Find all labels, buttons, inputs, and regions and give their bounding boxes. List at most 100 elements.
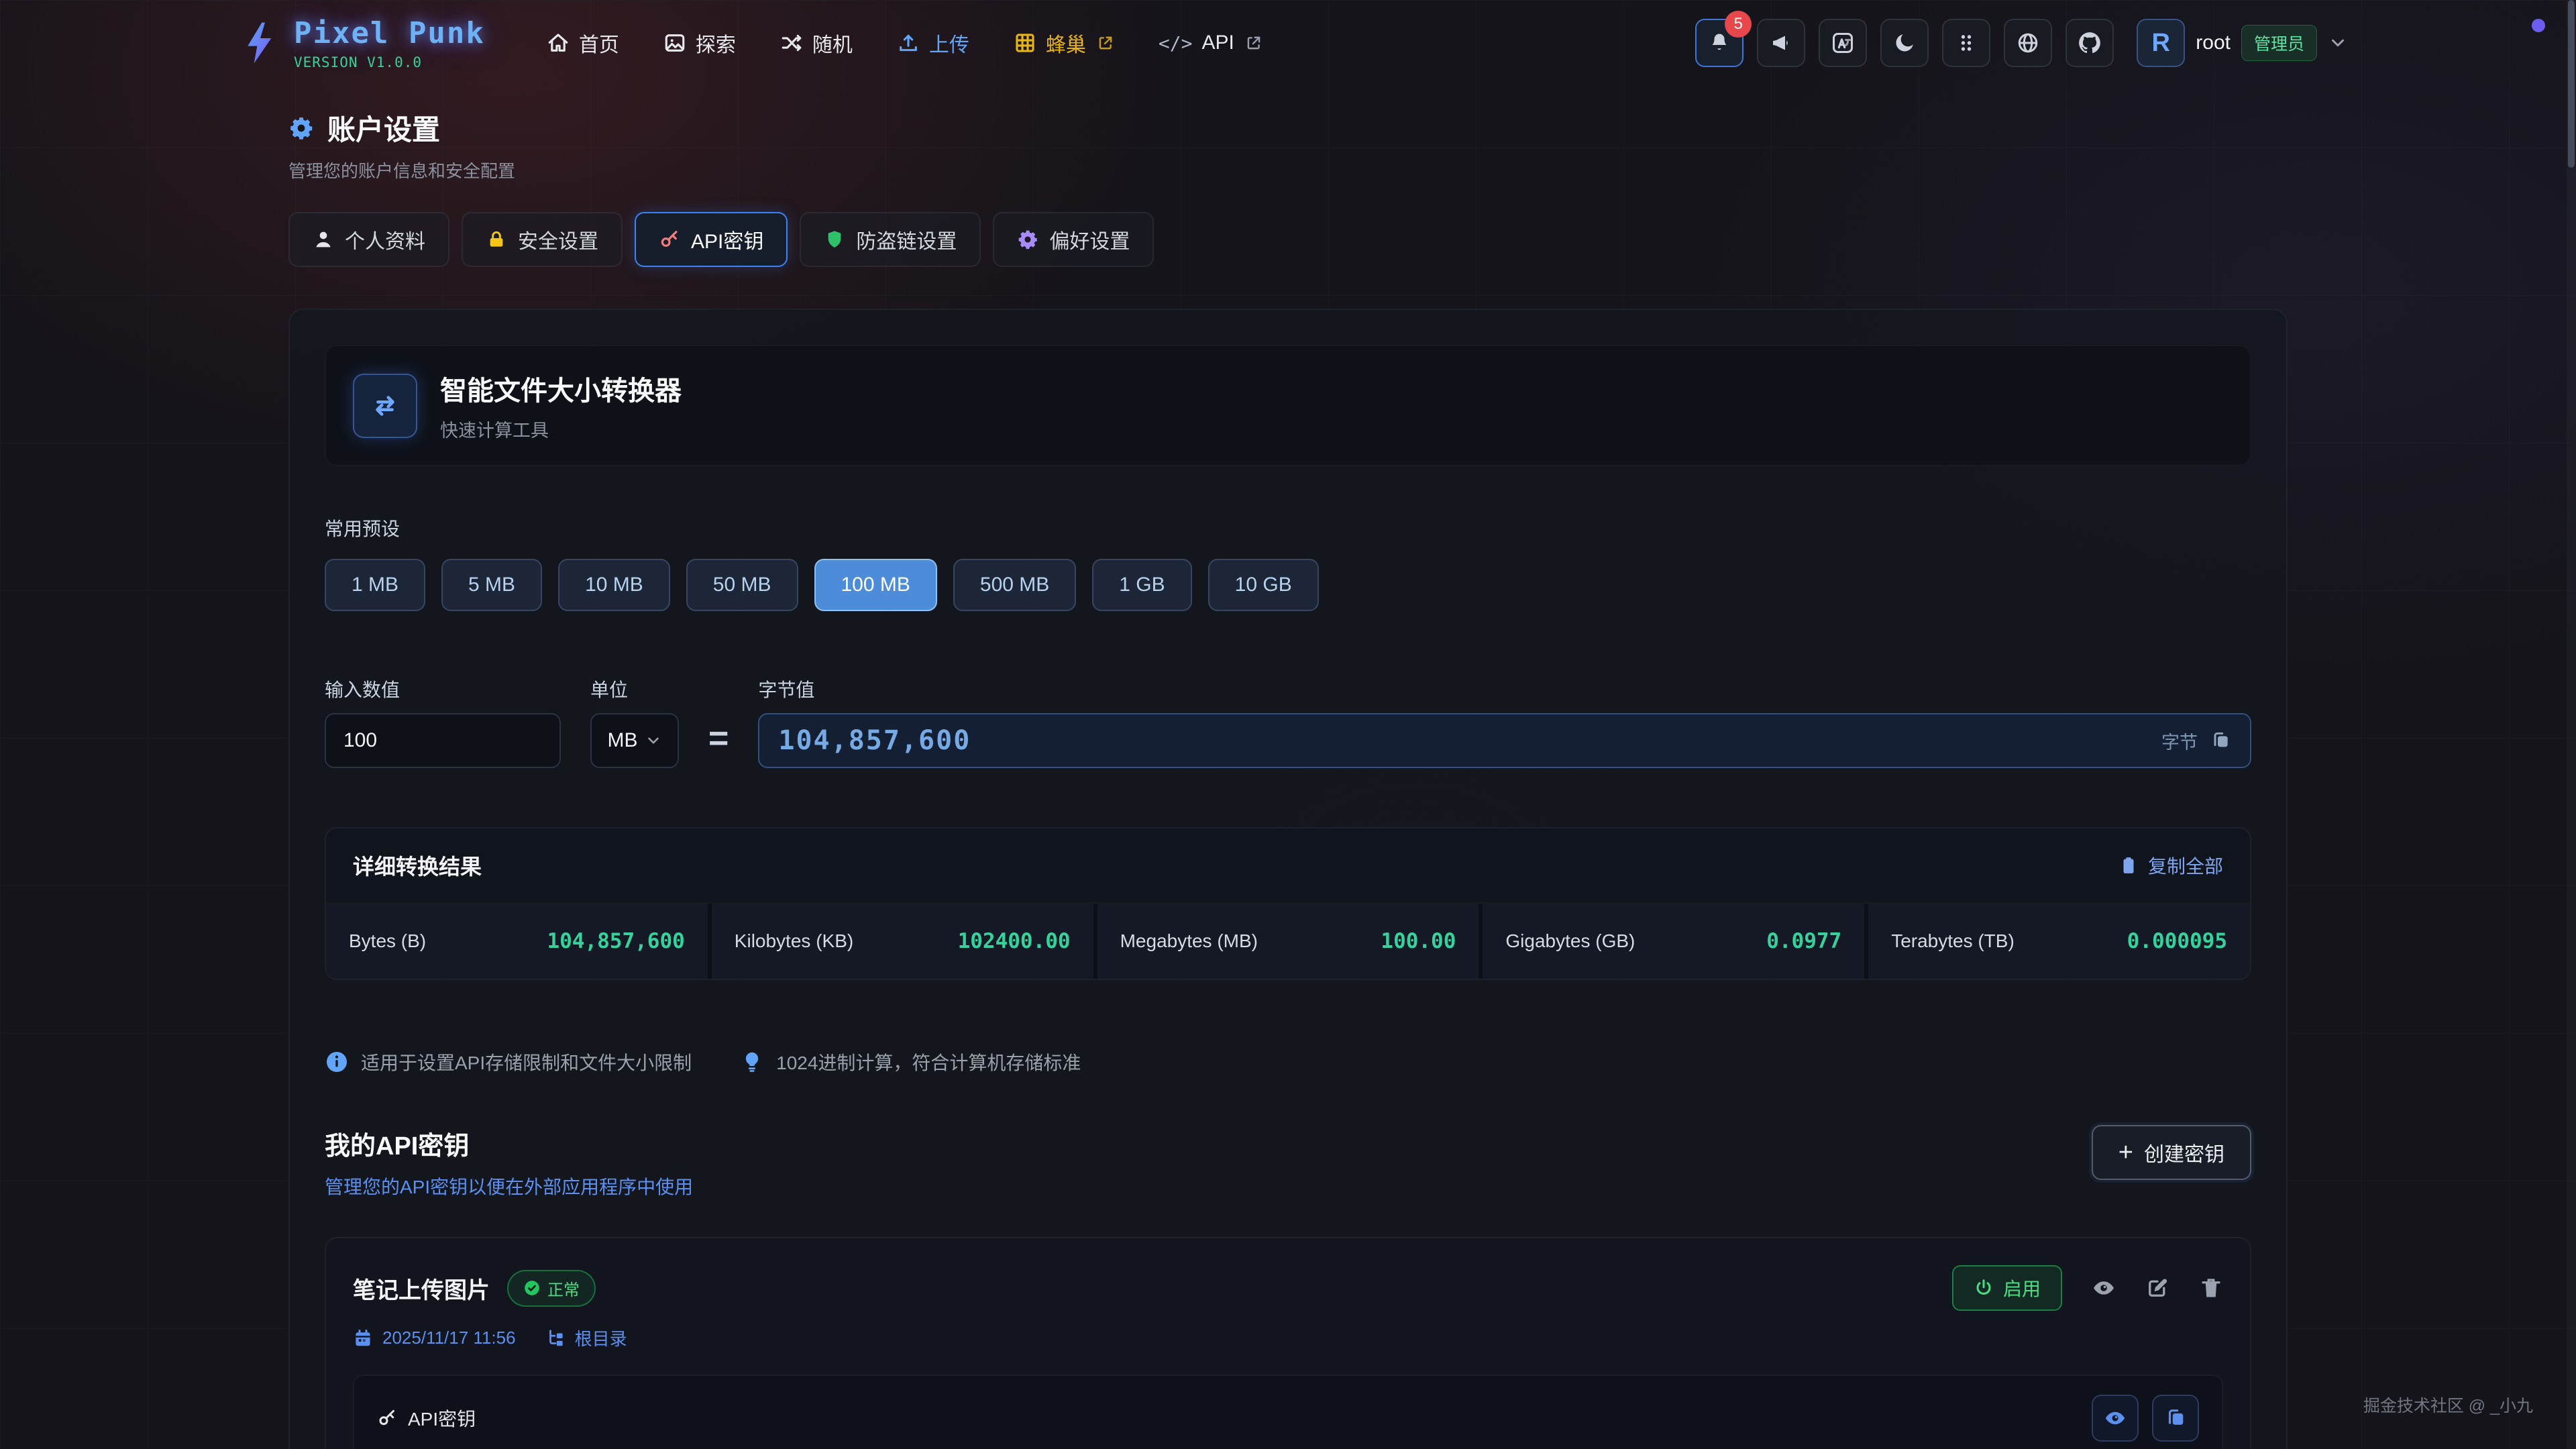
- bell-icon: [1707, 31, 1731, 55]
- nav-api[interactable]: </> API: [1159, 32, 1263, 54]
- tab-hotlink[interactable]: 防盗链设置: [800, 212, 981, 267]
- enable-button[interactable]: 启用: [1952, 1265, 2062, 1311]
- reveal-key-button[interactable]: [2092, 1395, 2139, 1442]
- preset-50mb[interactable]: 50 MB: [686, 559, 798, 611]
- announcements-button[interactable]: [1757, 19, 1805, 67]
- results-row: Bytes (B) 104,857,600 Kilobytes (KB) 102…: [326, 902, 2250, 979]
- nav-api-label: API: [1201, 32, 1234, 54]
- status-badge: 正常: [507, 1270, 596, 1307]
- user-menu[interactable]: R root 管理员: [2137, 19, 2348, 67]
- results-header: 详细转换结果 复制全部: [326, 828, 2250, 902]
- purple-indicator-dot: [2532, 19, 2545, 32]
- tab-preferences[interactable]: 偏好设置: [993, 212, 1154, 267]
- tab-security[interactable]: 安全设置: [462, 212, 623, 267]
- result-terabytes: Terabytes (TB) 0.000095: [1868, 904, 2250, 979]
- eye-icon: [2104, 1407, 2127, 1430]
- value-input[interactable]: [325, 713, 561, 768]
- shield-icon: [824, 229, 845, 250]
- created-at-text: 2025/11/17 11:56: [382, 1328, 516, 1348]
- status-badge-label: 正常: [547, 1277, 580, 1300]
- equals-sign: =: [708, 718, 729, 768]
- preset-10mb[interactable]: 10 MB: [558, 559, 670, 611]
- preset-500mb[interactable]: 500 MB: [953, 559, 1076, 611]
- tab-preferences-label: 偏好设置: [1049, 225, 1130, 254]
- edit-icon[interactable]: [2145, 1276, 2169, 1300]
- app-title: Pixel Punk: [294, 16, 485, 50]
- api-key-panel: API密钥 p1ms4sOP**************************: [353, 1375, 2223, 1449]
- nav-explore[interactable]: 探索: [663, 28, 736, 58]
- view-key-icon[interactable]: [2092, 1276, 2116, 1300]
- apps-button[interactable]: [1942, 19, 1990, 67]
- bytes-output-group: 字节值 104,857,600 字节: [758, 676, 2251, 768]
- result-label: Terabytes (TB): [1891, 930, 2015, 952]
- logo[interactable]: Pixel Punk VERSION V1.0.0: [241, 16, 485, 70]
- bytes-unit-suffix: 字节: [2161, 728, 2198, 754]
- notification-badge: 5: [1725, 11, 1752, 38]
- value-input-label: 输入数值: [325, 676, 561, 702]
- delete-icon[interactable]: [2199, 1276, 2223, 1300]
- tab-api-keys[interactable]: API密钥: [635, 212, 788, 267]
- key-icon: [659, 229, 680, 250]
- dark-mode-button[interactable]: [1880, 19, 1929, 67]
- shuffle-icon: [780, 32, 803, 54]
- unit-select-value: MB: [608, 729, 638, 752]
- api-keys-header: 我的API密钥 管理您的API密钥以便在外部应用程序中使用 + 创建密钥: [325, 1125, 2251, 1199]
- preset-10gb[interactable]: 10 GB: [1208, 559, 1319, 611]
- unit-select[interactable]: MB: [590, 713, 679, 768]
- external-link-icon: [1097, 34, 1114, 52]
- converter-title: 智能文件大小转换器: [440, 369, 682, 408]
- nav-hive[interactable]: 蜂巢: [1014, 28, 1114, 58]
- nav-random[interactable]: 随机: [780, 28, 853, 58]
- api-key-actions: 启用: [1952, 1265, 2223, 1311]
- notifications-button[interactable]: 5: [1695, 19, 1743, 67]
- github-button[interactable]: [2065, 19, 2114, 67]
- tab-profile[interactable]: 个人资料: [288, 212, 449, 267]
- result-gigabytes: Gigabytes (GB) 0.0977: [1483, 904, 1864, 979]
- lock-icon: [486, 229, 507, 250]
- preset-100mb[interactable]: 100 MB: [814, 559, 937, 611]
- converter-subtitle: 快速计算工具: [440, 416, 682, 442]
- user-icon: [313, 229, 334, 250]
- preset-5mb[interactable]: 5 MB: [441, 559, 542, 611]
- result-label: Kilobytes (KB): [735, 930, 853, 952]
- api-keys-title: 我的API密钥: [325, 1125, 693, 1162]
- api-key-meta: 2025/11/17 11:56 根目录: [353, 1326, 2223, 1350]
- nav-upload[interactable]: 上传: [897, 28, 969, 58]
- globe-button[interactable]: [2004, 19, 2052, 67]
- preset-1gb[interactable]: 1 GB: [1092, 559, 1191, 611]
- copy-all-label: 复制全部: [2148, 852, 2223, 879]
- directory-text: 根目录: [575, 1326, 627, 1350]
- tip-usage-text: 适用于设置API存储限制和文件大小限制: [361, 1049, 692, 1075]
- key-icon: [377, 1408, 397, 1428]
- tab-hotlink-label: 防盗链设置: [856, 225, 957, 254]
- nav-explore-label: 探索: [696, 28, 736, 58]
- scrollbar[interactable]: [2567, 0, 2576, 1449]
- username: root: [2196, 32, 2231, 54]
- page-subtitle: 管理您的账户信息和安全配置: [288, 158, 2288, 182]
- api-key-panel-head: API密钥: [377, 1395, 2199, 1442]
- api-key-card: 笔记上传图片 正常 启用 2025/: [325, 1237, 2251, 1449]
- create-key-button[interactable]: + 创建密钥: [2092, 1125, 2251, 1180]
- preset-1mb[interactable]: 1 MB: [325, 559, 425, 611]
- result-label: Megabytes (MB): [1120, 930, 1258, 952]
- folder-tree-icon: [545, 1328, 566, 1348]
- nav-home[interactable]: 首页: [547, 28, 619, 58]
- scrollbar-thumb[interactable]: [2568, 0, 2575, 168]
- bytes-field: 104,857,600 字节: [758, 713, 2251, 768]
- result-value: 102400.00: [958, 929, 1071, 953]
- value-input-group: 输入数值: [325, 676, 561, 768]
- copy-all-button[interactable]: 复制全部: [2118, 852, 2223, 879]
- language-button[interactable]: [1819, 19, 1867, 67]
- result-label: Gigabytes (GB): [1505, 930, 1635, 952]
- info-icon: [325, 1050, 349, 1074]
- page-title: 账户设置: [327, 107, 440, 148]
- result-value: 104,857,600: [547, 929, 684, 953]
- result-megabytes: Megabytes (MB) 100.00: [1097, 904, 1479, 979]
- gear-icon: [1017, 229, 1038, 250]
- presets-label: 常用预设: [325, 515, 2251, 541]
- copy-icon[interactable]: [2210, 730, 2231, 751]
- copy-key-button[interactable]: [2152, 1395, 2199, 1442]
- role-badge: 管理员: [2241, 25, 2317, 61]
- nav-hive-label: 蜂巢: [1046, 28, 1086, 58]
- directory[interactable]: 根目录: [545, 1326, 627, 1350]
